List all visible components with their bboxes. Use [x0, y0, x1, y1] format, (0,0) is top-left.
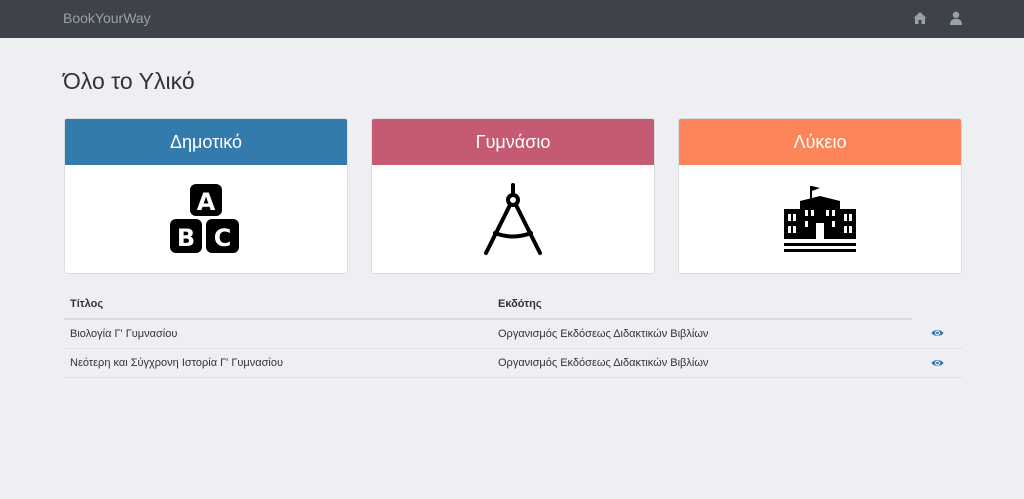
user-icon[interactable]	[948, 10, 964, 26]
materials-table: Τίτλος Εκδότης Βιολογία Γ' Γυμνασίου Οργ…	[64, 290, 962, 378]
category-card-highschool[interactable]: Λύκειο	[678, 118, 962, 274]
top-navbar: BookYourWay	[0, 0, 1024, 38]
column-header-title: Τίτλος	[64, 290, 492, 320]
category-card-title: Δημοτικό	[65, 119, 347, 165]
column-header-publisher: Εκδότης	[492, 290, 912, 320]
page-title: Όλο το Υλικό	[63, 68, 195, 94]
eye-icon[interactable]	[931, 358, 944, 368]
book-title-cell: Βιολογία Γ' Γυμνασίου	[64, 319, 492, 349]
category-card-primary[interactable]: Δημοτικό A B C	[64, 118, 348, 274]
school-building-icon	[784, 186, 856, 252]
compass-icon	[484, 183, 542, 255]
category-card-body: A B C	[65, 165, 347, 273]
materials-table-wrap: Τίτλος Εκδότης Βιολογία Γ' Γυμνασίου Οργ…	[64, 290, 962, 378]
home-icon[interactable]	[912, 10, 928, 26]
table-row: Νεότερη και Σύγχρονη Ιστορία Γ' Γυμνασίο…	[64, 348, 962, 378]
svg-text:B: B	[177, 224, 195, 252]
category-card-middle[interactable]: Γυμνάσιο	[371, 118, 655, 274]
category-card-title: Λύκειο	[679, 119, 961, 165]
brand-link[interactable]: BookYourWay	[63, 10, 151, 26]
category-card-body	[372, 165, 654, 273]
category-card-body	[679, 165, 961, 273]
publisher-cell: Οργανισμός Εκδόσεως Διδακτικών Βιβλίων	[492, 319, 912, 349]
eye-icon[interactable]	[931, 328, 944, 338]
view-action-cell	[912, 319, 962, 349]
column-header-actions	[912, 290, 962, 319]
table-row: Βιολογία Γ' Γυμνασίου Οργανισμός Εκδόσεω…	[64, 319, 962, 349]
svg-text:A: A	[197, 188, 216, 216]
abc-blocks-icon: A B C	[170, 184, 239, 253]
view-action-cell	[912, 348, 962, 378]
svg-text:C: C	[214, 224, 232, 252]
book-title-cell: Νεότερη και Σύγχρονη Ιστορία Γ' Γυμνασίο…	[64, 348, 492, 378]
category-card-title: Γυμνάσιο	[372, 119, 654, 165]
table-header-row: Τίτλος Εκδότης	[64, 290, 962, 320]
publisher-cell: Οργανισμός Εκδόσεως Διδακτικών Βιβλίων	[492, 348, 912, 378]
